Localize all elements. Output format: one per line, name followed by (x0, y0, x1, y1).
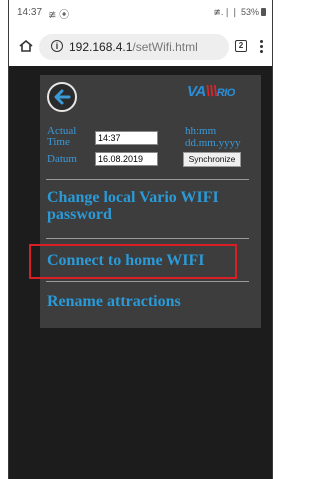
logo-bars: \\\ (205, 83, 218, 100)
browser-address-bar: i 192.168.4.1/setWifi.html 2 (9, 28, 272, 67)
rename-attractions-link[interactable]: Rename attractions (47, 293, 181, 310)
notification-icons: ≇ ⦿ (48, 10, 70, 21)
synchronize-button[interactable]: Synchronize (183, 152, 241, 167)
settings-panel: VA\\\RIO Actual Time 14:37 hh:mm Datum 1… (40, 75, 261, 328)
status-bar: 14:37 ≇ ⦿ ≇.❘❘ 53% (9, 0, 272, 28)
date-input[interactable]: 16.08.2019 (95, 152, 158, 166)
divider (46, 238, 249, 239)
change-password-link[interactable]: Change local Vario WIFI password (47, 189, 219, 223)
highlight-annotation-box (29, 244, 237, 279)
home-icon[interactable] (19, 40, 33, 52)
logo-rio: RIO (216, 87, 236, 99)
divider (46, 281, 249, 282)
status-time: 14:37 (17, 7, 43, 18)
info-icon[interactable]: i (51, 40, 63, 52)
phone-frame-right (272, 0, 273, 479)
battery-icon (261, 8, 266, 16)
vario-logo: VA\\\RIO (187, 83, 235, 100)
more-menu-icon[interactable] (260, 40, 264, 54)
logo-va: VA (187, 83, 206, 100)
datum-label: Datum (47, 153, 77, 165)
url-path: /setWifi.html (132, 40, 198, 54)
signal-battery-text: ≇.❘❘ 53% (213, 7, 259, 17)
date-format-label: dd.mm.yyyy (185, 137, 241, 149)
status-signal-battery: ≇.❘❘ 53% (213, 7, 266, 18)
url-field[interactable]: i 192.168.4.1/setWifi.html (39, 34, 229, 60)
arrow-left-icon (54, 89, 71, 105)
tabs-count-button[interactable]: 2 (235, 40, 247, 52)
back-button[interactable] (47, 82, 77, 112)
time-input[interactable]: 14:37 (95, 131, 158, 145)
time-format-label: hh:mm (185, 125, 217, 137)
divider (46, 179, 249, 180)
actual-time-label: Actual Time (47, 125, 77, 148)
url-host: 192.168.4.1 (69, 40, 133, 54)
url-text: 192.168.4.1/setWifi.html (69, 40, 198, 54)
